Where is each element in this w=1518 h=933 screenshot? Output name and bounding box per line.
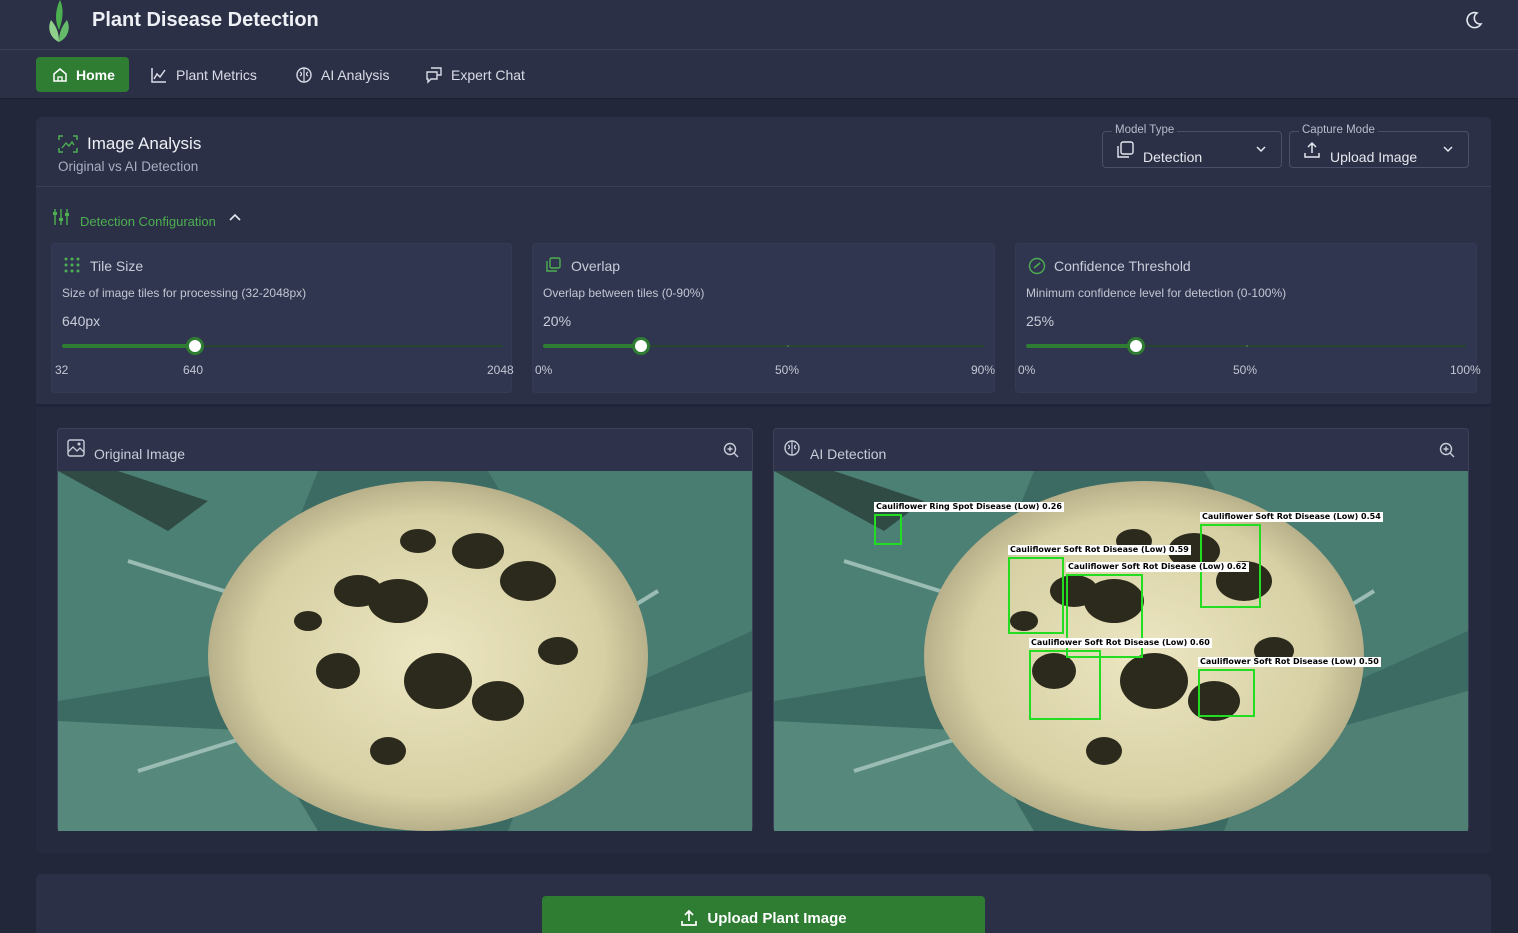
detection-box <box>874 514 902 545</box>
home-icon <box>53 67 67 82</box>
overlap-slider-thumb[interactable] <box>632 337 650 355</box>
overlap-title: Overlap <box>571 258 621 274</box>
overlap-tick-max: 90% <box>971 363 996 377</box>
detection-label: Cauliflower Soft Rot Disease (Low) 0.54 <box>1200 512 1383 522</box>
upload-panel: Upload Plant Image <box>36 874 1491 933</box>
analysis-panel: Image Analysis Original vs AI Detection … <box>36 117 1491 853</box>
tile-size-description: Size of image tiles for processing (32-2… <box>62 286 307 300</box>
original-image-card: Original Image <box>57 428 753 831</box>
brain-icon <box>296 66 312 83</box>
detection-label: Cauliflower Soft Rot Disease (Low) 0.50 <box>1198 657 1381 667</box>
tile-size-value: 640px <box>62 313 101 329</box>
nav-plant-metrics-label: Plant Metrics <box>176 66 257 83</box>
capture-mode-value: Upload Image <box>1330 149 1418 165</box>
detection-photo: Cauliflower Ring Spot Disease (Low) 0.26… <box>774 471 1468 831</box>
capture-mode-select[interactable]: Capture Mode Upload Image <box>1289 124 1469 168</box>
detection-box <box>1008 557 1064 634</box>
detection-box <box>1029 650 1101 720</box>
nav-home-label: Home <box>76 66 115 83</box>
upload-icon <box>1304 141 1320 158</box>
confidence-value: 25% <box>1026 313 1055 329</box>
nav-expert-chat-label: Expert Chat <box>451 66 525 83</box>
model-type-value: Detection <box>1143 149 1203 165</box>
upload-plant-image-button[interactable]: Upload Plant Image <box>542 896 985 933</box>
nav-home[interactable]: Home <box>36 57 129 92</box>
copy-icon <box>546 257 561 272</box>
confidence-tick-max: 100% <box>1450 363 1481 377</box>
confidence-description: Minimum confidence level for detection (… <box>1026 286 1287 300</box>
nav-ai-analysis-label: AI Analysis <box>321 66 390 83</box>
model-type-label: Model Type <box>1112 124 1178 136</box>
model-type-select[interactable]: Model Type Detection <box>1102 124 1282 168</box>
brain-icon <box>784 440 800 456</box>
tile-size-title: Tile Size <box>90 258 144 274</box>
detection-config-label: Detection Configuration <box>80 213 216 229</box>
overlap-slider[interactable] <box>543 337 984 355</box>
tile-size-tick-mid: 640 <box>183 363 204 377</box>
confidence-tick-mid: 50% <box>1233 363 1258 377</box>
overlap-description: Overlap between tiles (0-90%) <box>543 286 705 300</box>
confidence-tick-mark <box>1246 345 1248 347</box>
tile-size-slider-thumb[interactable] <box>186 337 204 355</box>
confidence-slider-fill <box>1026 344 1136 348</box>
image-search-icon <box>58 135 78 153</box>
analysis-header: Image Analysis Original vs AI Detection … <box>36 117 1491 187</box>
chat-icon <box>426 66 442 84</box>
confidence-slider[interactable] <box>1026 337 1466 355</box>
grid-dots-icon <box>64 257 80 273</box>
detection-label: Cauliflower Soft Rot Disease (Low) 0.62 <box>1066 562 1249 572</box>
image-icon <box>67 439 85 457</box>
zoom-in-icon[interactable] <box>1439 442 1455 458</box>
nav-ai-analysis[interactable]: AI Analysis <box>295 57 389 92</box>
analysis-subtitle: Original vs AI Detection <box>58 159 199 174</box>
nav-plant-metrics[interactable]: Plant Metrics <box>150 57 257 92</box>
analysis-title: Image Analysis <box>87 134 202 153</box>
cauliflower-photo <box>58 471 752 831</box>
detection-config-toggle[interactable]: Detection Configuration <box>52 205 242 229</box>
ai-detection-title: AI Detection <box>810 446 887 462</box>
confidence-card: Confidence Threshold Minimum confidence … <box>1015 243 1481 393</box>
chevron-down-icon <box>1443 146 1453 153</box>
original-image-title: Original Image <box>94 446 186 462</box>
tile-size-tick-max: 2048 <box>487 363 514 377</box>
detection-box <box>1198 669 1255 717</box>
original-photo <box>58 471 752 831</box>
detection-label: Cauliflower Soft Rot Disease (Low) 0.59 <box>1008 545 1191 555</box>
ai-detection-card: AI Detection Cauliflower Ring Spot Disea… <box>773 428 1469 831</box>
chart-icon <box>151 67 166 83</box>
confidence-title: Confidence Threshold <box>1054 258 1191 274</box>
detection-label: Cauliflower Ring Spot Disease (Low) 0.26 <box>874 502 1064 512</box>
overlap-card: Overlap Overlap between tiles (0-90%) 20… <box>532 243 995 393</box>
upload-button-label: Upload Plant Image <box>707 909 847 927</box>
nav-expert-chat[interactable]: Expert Chat <box>425 57 525 92</box>
main-nav: Home Plant Metrics AI Analysis Expert Ch… <box>0 50 1518 99</box>
tile-size-card: Tile Size Size of image tiles for proces… <box>51 243 514 393</box>
overlap-value: 20% <box>543 313 572 329</box>
chevron-down-icon <box>1256 146 1266 153</box>
app-title: Plant Disease Detection <box>92 9 319 31</box>
gauge-icon <box>1028 257 1046 275</box>
detection-label: Cauliflower Soft Rot Disease (Low) 0.60 <box>1029 638 1212 648</box>
tile-size-slider-fill <box>62 344 195 348</box>
upload-icon <box>681 909 698 926</box>
capture-mode-label: Capture Mode <box>1299 124 1378 136</box>
overlap-tick-mid: 50% <box>775 363 800 377</box>
leaf-logo-icon <box>49 0 69 42</box>
confidence-tick-min: 0% <box>1018 363 1036 377</box>
chevron-up-icon <box>229 213 241 221</box>
overlap-tick-mark <box>787 345 789 347</box>
tile-size-tick-min: 32 <box>55 363 69 377</box>
app-header: Plant Disease Detection <box>0 0 1518 50</box>
confidence-slider-thumb[interactable] <box>1127 337 1145 355</box>
tile-size-slider[interactable] <box>62 337 503 355</box>
overlap-tick-min: 0% <box>535 363 553 377</box>
layers-icon <box>1117 141 1134 158</box>
zoom-in-icon[interactable] <box>723 442 739 458</box>
moon-icon[interactable] <box>1464 10 1484 30</box>
overlap-slider-fill <box>543 344 641 348</box>
sliders-icon <box>53 209 69 225</box>
